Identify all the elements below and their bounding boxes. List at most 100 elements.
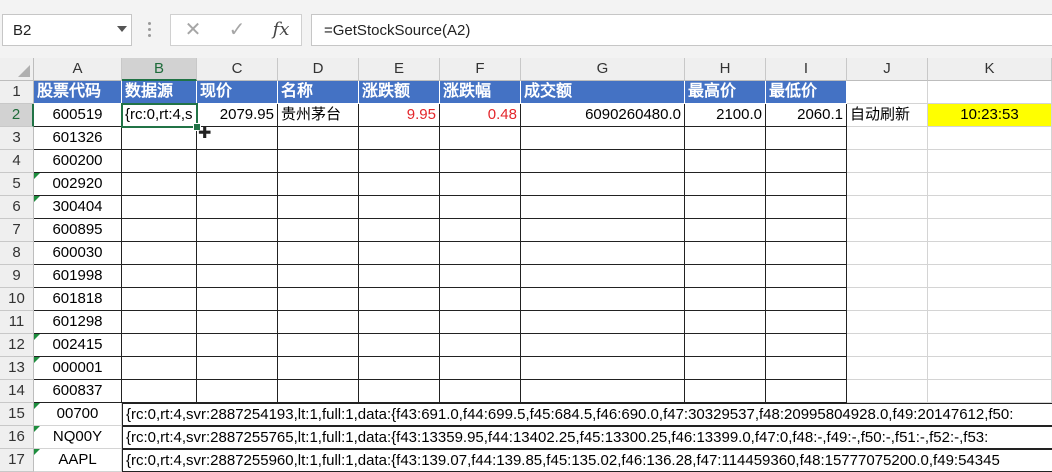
source-overflow-cell[interactable]: {rc:0,rt:4,svr:2887254193,lt:1,full:1,da… xyxy=(122,403,1052,426)
table-cell[interactable] xyxy=(197,196,278,219)
table-cell[interactable] xyxy=(440,219,521,242)
table-header-cell[interactable]: 最高价 xyxy=(685,81,766,104)
table-cell[interactable] xyxy=(440,150,521,173)
cell[interactable] xyxy=(847,380,928,403)
cell[interactable] xyxy=(928,380,1052,403)
table-cell[interactable] xyxy=(278,288,359,311)
row-header-5[interactable]: 5 xyxy=(0,173,34,196)
stock-code-cell[interactable]: AAPL xyxy=(34,449,122,472)
table-header-cell[interactable]: 数据源 xyxy=(122,81,197,104)
table-cell[interactable] xyxy=(521,242,685,265)
table-cell[interactable] xyxy=(521,357,685,380)
row-header-4[interactable]: 4 xyxy=(0,150,34,173)
cell[interactable] xyxy=(928,265,1052,288)
stock-code-cell[interactable]: 601998 xyxy=(34,265,122,288)
table-cell[interactable] xyxy=(278,357,359,380)
table-cell[interactable] xyxy=(440,196,521,219)
cell[interactable] xyxy=(928,196,1052,219)
table-cell[interactable] xyxy=(359,334,440,357)
column-header-g[interactable]: G xyxy=(521,58,685,81)
table-cell[interactable] xyxy=(766,265,847,288)
name-cell[interactable]: 贵州茅台 xyxy=(278,104,359,127)
high-cell[interactable]: 2100.0 xyxy=(685,104,766,127)
column-header-f[interactable]: F xyxy=(440,58,521,81)
table-cell[interactable] xyxy=(359,380,440,403)
table-cell[interactable] xyxy=(685,334,766,357)
table-cell[interactable] xyxy=(278,150,359,173)
table-cell[interactable] xyxy=(766,357,847,380)
cell[interactable] xyxy=(928,288,1052,311)
row-header-15[interactable]: 15 xyxy=(0,403,34,426)
table-cell[interactable] xyxy=(197,380,278,403)
column-header-a[interactable]: A xyxy=(34,58,122,81)
table-cell[interactable] xyxy=(359,196,440,219)
stock-code-cell[interactable]: 600837 xyxy=(34,380,122,403)
row-header-13[interactable]: 13 xyxy=(0,357,34,380)
row-header-12[interactable]: 12 xyxy=(0,334,34,357)
table-cell[interactable] xyxy=(359,288,440,311)
source-overflow-cell[interactable]: {rc:0,rt:4,svr:2887255960,lt:1,full:1,da… xyxy=(122,449,1052,472)
refresh-time-cell[interactable]: 10:23:53 xyxy=(928,104,1052,127)
table-header-cell[interactable]: 涨跌额 xyxy=(359,81,440,104)
column-header-d[interactable]: D xyxy=(278,58,359,81)
table-cell[interactable] xyxy=(122,380,197,403)
table-cell[interactable] xyxy=(359,357,440,380)
cell[interactable] xyxy=(847,81,928,104)
table-cell[interactable] xyxy=(521,127,685,150)
table-cell[interactable] xyxy=(521,380,685,403)
table-cell[interactable] xyxy=(440,242,521,265)
turnover-cell[interactable]: 6090260480.0 xyxy=(521,104,685,127)
table-cell[interactable] xyxy=(278,242,359,265)
table-cell[interactable] xyxy=(122,196,197,219)
table-cell[interactable] xyxy=(685,196,766,219)
cell[interactable] xyxy=(847,219,928,242)
table-cell[interactable] xyxy=(122,288,197,311)
table-cell[interactable] xyxy=(197,357,278,380)
table-cell[interactable] xyxy=(122,242,197,265)
table-header-cell[interactable]: 股票代码 xyxy=(34,81,122,104)
cell[interactable] xyxy=(847,311,928,334)
table-cell[interactable] xyxy=(440,357,521,380)
table-cell[interactable] xyxy=(122,311,197,334)
stock-code-cell[interactable]: 002920 xyxy=(34,173,122,196)
cancel-icon[interactable]: ✕ xyxy=(179,18,207,42)
column-header-c[interactable]: C xyxy=(197,58,278,81)
cell[interactable] xyxy=(928,242,1052,265)
table-cell[interactable] xyxy=(359,150,440,173)
cell[interactable] xyxy=(928,127,1052,150)
column-header-h[interactable]: H xyxy=(685,58,766,81)
column-header-b[interactable]: B xyxy=(122,58,197,81)
row-header-8[interactable]: 8 xyxy=(0,242,34,265)
table-cell[interactable] xyxy=(766,311,847,334)
table-cell[interactable] xyxy=(197,150,278,173)
table-cell[interactable] xyxy=(122,127,197,150)
table-cell[interactable] xyxy=(359,219,440,242)
stock-code-cell[interactable]: 601326 xyxy=(34,127,122,150)
row-header-1[interactable]: 1 xyxy=(0,81,34,104)
table-cell[interactable] xyxy=(197,334,278,357)
stock-code-cell[interactable]: 002415 xyxy=(34,334,122,357)
low-cell[interactable]: 2060.1 xyxy=(766,104,847,127)
table-cell[interactable] xyxy=(278,196,359,219)
table-cell[interactable] xyxy=(278,311,359,334)
cell[interactable] xyxy=(847,196,928,219)
cell[interactable] xyxy=(847,173,928,196)
table-cell[interactable] xyxy=(766,150,847,173)
insert-function-icon[interactable]: fx xyxy=(267,18,295,42)
table-cell[interactable] xyxy=(440,173,521,196)
table-cell[interactable] xyxy=(278,127,359,150)
table-cell[interactable] xyxy=(521,288,685,311)
change-pct-cell[interactable]: 0.48 xyxy=(440,104,521,127)
table-cell[interactable] xyxy=(278,265,359,288)
table-header-cell[interactable]: 现价 xyxy=(197,81,278,104)
column-header-k[interactable]: K xyxy=(928,58,1052,81)
table-cell[interactable] xyxy=(685,219,766,242)
row-header-7[interactable]: 7 xyxy=(0,219,34,242)
table-cell[interactable] xyxy=(766,196,847,219)
stock-code-cell[interactable]: 601818 xyxy=(34,288,122,311)
more-icon[interactable] xyxy=(148,22,152,40)
table-cell[interactable] xyxy=(685,311,766,334)
table-header-cell[interactable]: 涨跌幅 xyxy=(440,81,521,104)
table-cell[interactable] xyxy=(197,219,278,242)
column-header-i[interactable]: I xyxy=(766,58,847,81)
